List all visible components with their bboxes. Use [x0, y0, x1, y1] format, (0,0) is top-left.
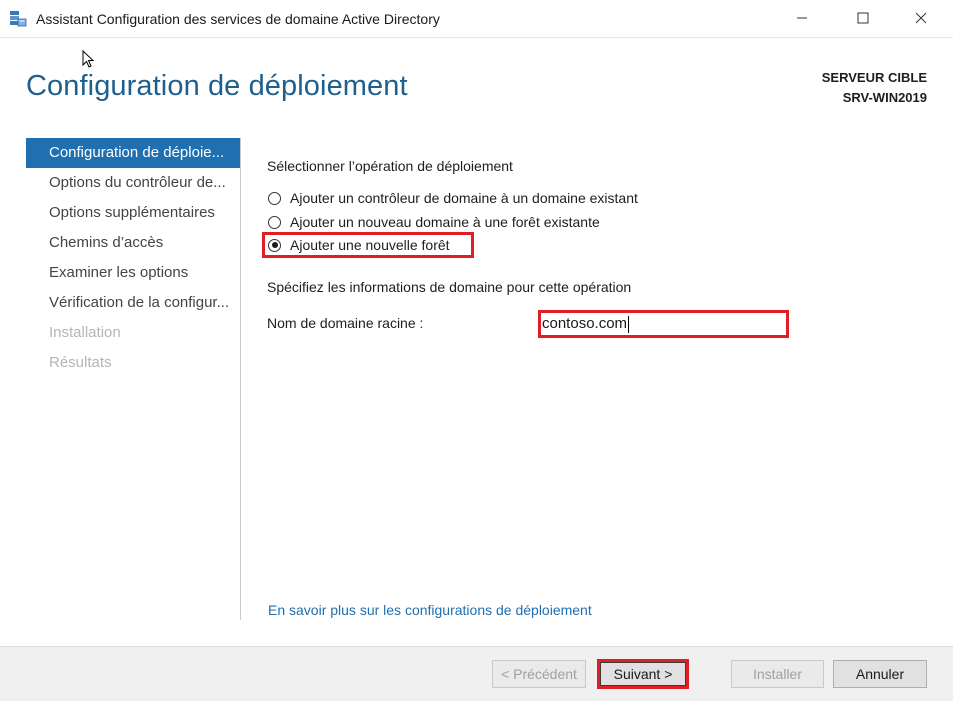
sidebar-item-deployment-config[interactable]: Configuration de déploie... [26, 138, 240, 168]
next-button-label: Suivant > [600, 662, 686, 686]
sidebar-item-review-options[interactable]: Examiner les options [26, 258, 240, 288]
domain-info-heading: Spécifiez les informations de domaine po… [267, 279, 632, 295]
minimize-icon [796, 11, 808, 27]
option-label: Ajouter un contrôleur de domaine à un do… [290, 190, 638, 206]
radio-button[interactable] [268, 191, 281, 205]
radio-button[interactable] [268, 215, 281, 229]
text-caret [628, 315, 630, 333]
option-label: Ajouter une nouvelle forêt [290, 237, 450, 253]
minimize-button[interactable] [779, 0, 825, 38]
cancel-button[interactable]: Annuler [833, 660, 927, 688]
sidebar-item-dc-options[interactable]: Options du contrôleur de... [26, 168, 240, 198]
sidebar-divider [240, 138, 241, 620]
sidebar-item-prerequisites-check[interactable]: Vérification de la configur... [26, 288, 240, 318]
sidebar-item-results: Résultats [49, 354, 112, 371]
sidebar-item-installation: Installation [49, 324, 121, 341]
radio-button-selected[interactable] [268, 238, 281, 252]
page-title: Configuration de déploiement [26, 70, 408, 102]
operation-heading: Sélectionner l’opération de déploiement [267, 158, 513, 174]
close-button[interactable] [898, 0, 944, 38]
target-server-name: SRV-WIN2019 [842, 90, 927, 105]
install-button[interactable]: Installer [731, 660, 824, 688]
maximize-button[interactable] [840, 0, 886, 38]
target-server: SERVEUR CIBLE SRV-WIN2019 [822, 68, 927, 108]
close-icon [915, 11, 927, 27]
target-server-label: SERVEUR CIBLE [821, 70, 927, 85]
option-add-new-forest[interactable]: Ajouter une nouvelle forêt [268, 234, 450, 256]
root-domain-label: Nom de domaine racine : [267, 315, 424, 331]
learn-more-link[interactable]: En savoir plus sur les configurations de… [268, 602, 592, 618]
root-domain-value: contoso.com [542, 315, 628, 332]
previous-button[interactable]: < Précédent [492, 660, 586, 688]
title-bar: Assistant Configuration des services de … [0, 0, 953, 38]
option-add-domain-existing-forest[interactable]: Ajouter un nouveau domaine à une forêt e… [268, 211, 600, 233]
next-button[interactable]: Suivant > [597, 659, 689, 689]
sidebar-item-additional-options[interactable]: Options supplémentaires [26, 198, 240, 228]
server-manager-icon [9, 10, 27, 28]
root-domain-input[interactable]: contoso.com [538, 310, 789, 338]
maximize-icon [857, 11, 869, 27]
option-label: Ajouter un nouveau domaine à une forêt e… [290, 214, 600, 230]
option-add-dc-existing-domain[interactable]: Ajouter un contrôleur de domaine à un do… [268, 187, 638, 209]
window-title: Assistant Configuration des services de … [36, 11, 440, 27]
sidebar-item-paths[interactable]: Chemins d’accès [26, 228, 240, 258]
wizard-steps-nav: Configuration de déploie... Options du c… [26, 138, 240, 378]
